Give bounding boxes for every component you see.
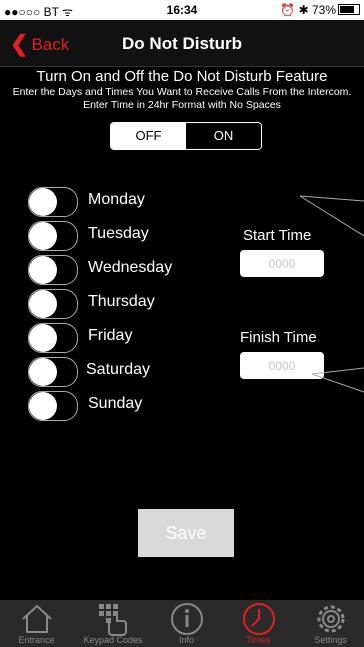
tab-settings[interactable]: Settings <box>294 600 364 647</box>
pointer-line <box>311 367 364 375</box>
tab-bar: Entrance Keypad Codes Info Times Setting… <box>0 600 364 647</box>
clock-icon <box>242 603 275 635</box>
tab-keypad-codes[interactable]: Keypad Codes <box>73 600 153 647</box>
gear-icon <box>317 605 344 633</box>
tab-label: Entrance <box>18 635 55 645</box>
tab-entrance[interactable]: Entrance <box>0 600 73 647</box>
keypad-icon <box>99 604 127 636</box>
tab-label: Settings <box>314 635 347 645</box>
pointer-line <box>299 195 364 237</box>
tab-label: Times <box>246 635 271 645</box>
tab-label: Keypad Codes <box>83 635 143 645</box>
tab-times[interactable]: Times <box>222 600 295 647</box>
tab-info[interactable]: Info <box>150 600 223 647</box>
screen: ●●○○○ BT ᯤ 16:34 ⏰ ✱ 73% ❮ Back Do Not Di… <box>0 0 364 647</box>
home-icon <box>21 604 52 633</box>
pointer-line <box>299 195 364 202</box>
pointer-line <box>311 373 364 393</box>
info-icon <box>170 603 203 635</box>
save-button[interactable]: Save <box>138 509 234 557</box>
tab-label: Info <box>178 635 194 645</box>
